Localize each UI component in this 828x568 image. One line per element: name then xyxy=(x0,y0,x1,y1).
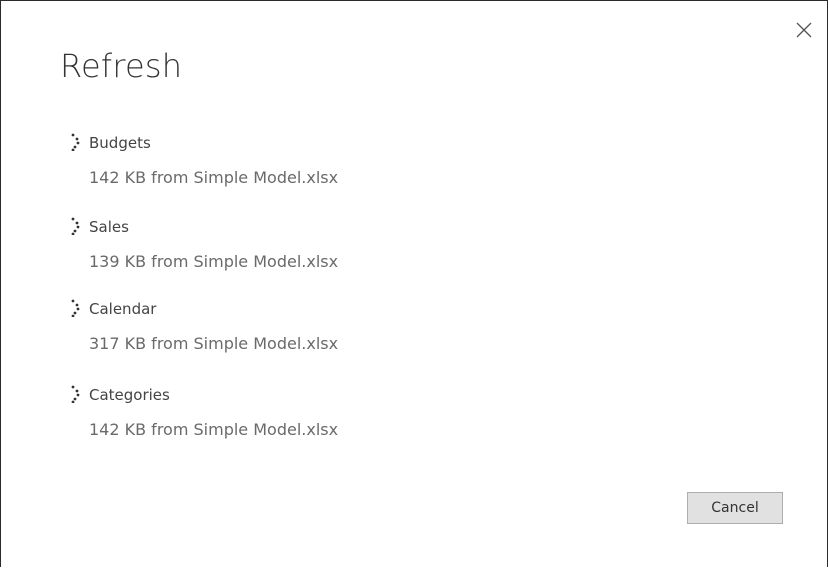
query-detail: 317 KB from Simple Model.xlsx xyxy=(89,334,339,353)
query-list: Budgets 142 KB from Simple Model.xlsx Sa… xyxy=(69,129,669,465)
cancel-button[interactable]: Cancel xyxy=(687,492,783,524)
close-button[interactable] xyxy=(793,19,815,41)
query-name: Categories xyxy=(89,386,170,404)
loading-spinner-icon xyxy=(71,299,80,317)
query-item-calendar: Calendar 317 KB from Simple Model.xlsx xyxy=(69,295,669,381)
loading-spinner-icon xyxy=(71,385,80,403)
query-detail: 142 KB from Simple Model.xlsx xyxy=(89,168,339,187)
query-item-sales: Sales 139 KB from Simple Model.xlsx xyxy=(69,213,669,295)
close-icon xyxy=(796,22,812,38)
dialog-title: Refresh xyxy=(60,47,183,85)
query-name: Budgets xyxy=(89,134,151,152)
loading-spinner-icon xyxy=(71,217,80,235)
query-name: Sales xyxy=(89,218,129,236)
query-detail: 139 KB from Simple Model.xlsx xyxy=(89,252,339,271)
refresh-dialog: Refresh Budgets 142 KB from Simple Model… xyxy=(0,0,828,567)
loading-spinner-icon xyxy=(71,133,80,151)
query-name: Calendar xyxy=(89,300,157,318)
query-detail: 142 KB from Simple Model.xlsx xyxy=(89,420,339,439)
query-item-budgets: Budgets 142 KB from Simple Model.xlsx xyxy=(69,129,669,213)
query-item-categories: Categories 142 KB from Simple Model.xlsx xyxy=(69,381,669,465)
